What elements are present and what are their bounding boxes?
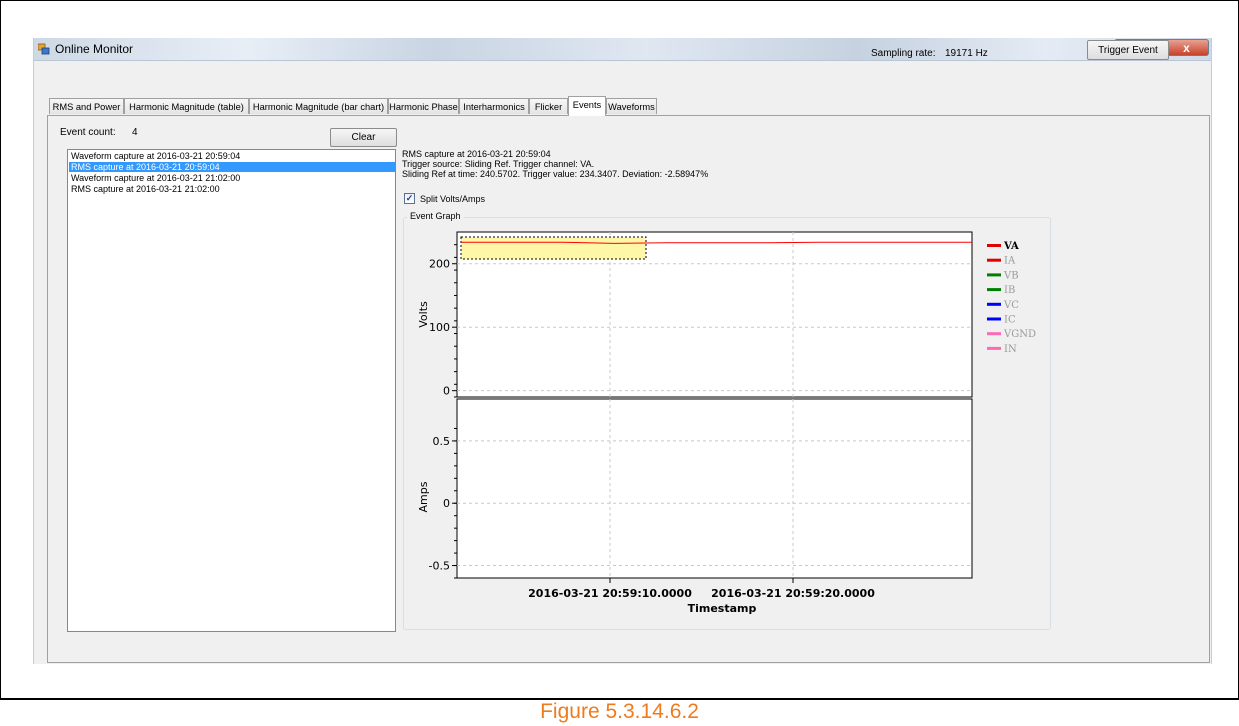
figure-caption: Figure 5.3.14.6.2 bbox=[540, 700, 699, 723]
legend-swatch bbox=[987, 288, 1001, 292]
tab-harmonic-magnitude-table[interactable]: Harmonic Magnitude (table) bbox=[124, 98, 249, 114]
tab-events[interactable]: Events bbox=[568, 96, 606, 116]
legend-swatch bbox=[987, 346, 1001, 350]
legend-label: VGND bbox=[1003, 329, 1036, 340]
x-tick-label: 2016-03-21 20:59:20.0000 bbox=[711, 587, 875, 600]
event-list-item[interactable]: RMS capture at 2016-03-21 21:02:00 bbox=[69, 184, 396, 194]
event-count-value: 4 bbox=[132, 127, 138, 138]
tab-interharmonics[interactable]: Interharmonics bbox=[459, 98, 529, 114]
split-volts-amps-checkbox[interactable]: ✓ bbox=[404, 193, 415, 204]
window-title: Online Monitor bbox=[55, 42, 134, 56]
close-button[interactable]: x bbox=[1165, 39, 1209, 56]
legend-label: IB bbox=[1004, 285, 1015, 296]
legend-swatch bbox=[987, 317, 1001, 321]
amps-plot-area bbox=[456, 398, 973, 579]
volts-tick-label: 0 bbox=[443, 385, 450, 398]
title-bar[interactable]: Online Monitor — □ x bbox=[34, 38, 1211, 61]
amps-tick-label: 0.5 bbox=[433, 435, 451, 448]
legend-label: VC bbox=[1003, 300, 1019, 311]
sampling-rate-label: Sampling rate: bbox=[871, 48, 936, 59]
volts-tick-label: 100 bbox=[429, 321, 450, 334]
clear-button[interactable]: Clear bbox=[330, 128, 397, 147]
legend-label: VA bbox=[1003, 241, 1019, 252]
amps-axis-title: Amps bbox=[417, 481, 430, 512]
legend-label: IA bbox=[1004, 256, 1016, 267]
event-count-label: Event count: bbox=[60, 127, 116, 138]
trigger-highlight-box bbox=[460, 236, 647, 260]
x-tick-label: 2016-03-21 20:59:10.0000 bbox=[528, 587, 692, 600]
legend-label: IC bbox=[1004, 315, 1016, 326]
x-axis-title: Timestamp bbox=[688, 602, 757, 615]
volts-tick-label: 200 bbox=[429, 258, 450, 271]
split-volts-amps-label: Split Volts/Amps bbox=[420, 194, 486, 204]
event-graph-chart[interactable]: 0 100 200 0.5 0 -0.5 Volts Amps 2016-03-21 20:59… bbox=[404, 225, 1049, 625]
legend-label: VB bbox=[1003, 270, 1019, 281]
close-icon: x bbox=[1183, 40, 1190, 55]
event-detail-title: RMS capture at 2016-03-21 20:59:04 bbox=[402, 149, 551, 159]
event-graph-title: Event Graph bbox=[407, 211, 464, 221]
event-detail-trigger-source: Trigger source: Sliding Ref. Trigger cha… bbox=[402, 159, 595, 169]
tab-flicker[interactable]: Flicker bbox=[529, 98, 568, 114]
event-list[interactable]: Waveform capture at 2016-03-21 20:59:04 … bbox=[67, 149, 396, 632]
app-icon bbox=[38, 43, 50, 55]
legend-swatch bbox=[987, 273, 1001, 277]
legend-swatch bbox=[987, 302, 1001, 306]
checkmark-icon: ✓ bbox=[405, 193, 414, 203]
legend-swatch bbox=[987, 258, 1001, 262]
trigger-event-button[interactable]: Trigger Event bbox=[1087, 40, 1169, 60]
event-detail-trigger-values: Sliding Ref at time: 240.5702. Trigger v… bbox=[402, 169, 709, 179]
event-list-item-selected[interactable]: RMS capture at 2016-03-21 20:59:04 bbox=[69, 162, 396, 172]
tab-waveforms[interactable]: Waveforms bbox=[606, 98, 657, 114]
sampling-rate-value: 19171 Hz bbox=[945, 48, 988, 59]
event-list-item[interactable]: Waveform capture at 2016-03-21 21:02:00 bbox=[69, 173, 396, 183]
legend-swatch bbox=[987, 244, 1001, 247]
tab-harmonic-magnitude-bar-chart[interactable]: Harmonic Magnitude (bar chart) bbox=[249, 98, 388, 114]
legend-swatch bbox=[987, 332, 1001, 336]
volts-axis-title: Volts bbox=[417, 301, 430, 328]
tab-harmonic-phase[interactable]: Harmonic Phase bbox=[388, 98, 459, 114]
tab-rms-and-power[interactable]: RMS and Power bbox=[49, 98, 124, 114]
legend-label: IN bbox=[1004, 344, 1017, 355]
event-list-item[interactable]: Waveform capture at 2016-03-21 20:59:04 bbox=[69, 151, 396, 161]
amps-tick-label: 0 bbox=[443, 497, 450, 510]
amps-tick-label: -0.5 bbox=[429, 560, 450, 573]
